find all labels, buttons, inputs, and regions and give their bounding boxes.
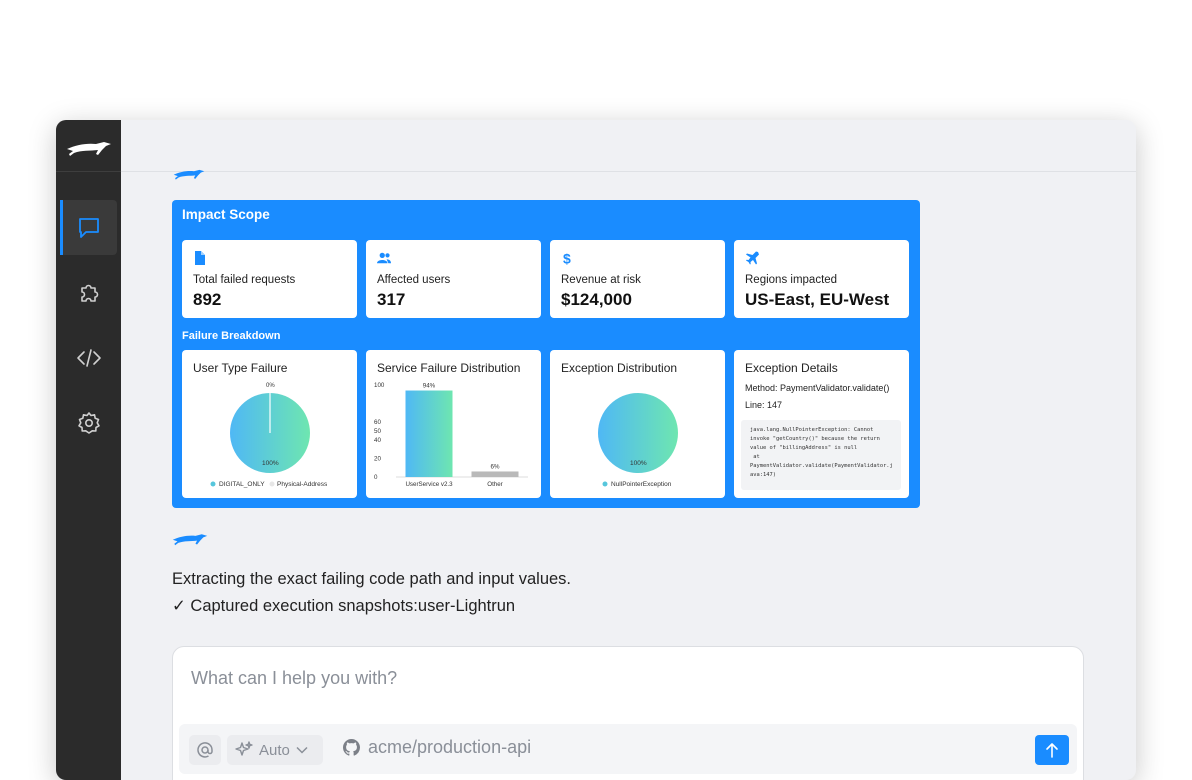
- github-icon: [343, 739, 360, 756]
- users-icon: [377, 252, 391, 264]
- stack-trace: java.lang.NullPointerException: Cannot i…: [741, 420, 901, 490]
- repository-name: acme/production-api: [368, 737, 532, 757]
- stat-value: 317: [377, 290, 406, 309]
- dollar-icon: $: [563, 251, 571, 265]
- x-tick-label: UserService v2.3: [405, 481, 453, 488]
- app-window: Impact Scope Total failed requests 892 A…: [56, 120, 1136, 780]
- legend-swatch-null-pointer: [602, 481, 608, 487]
- stat-value: 892: [193, 290, 222, 309]
- legend-label-physical-address: Physical-Address: [277, 481, 328, 488]
- pie-slice-label: 100%: [630, 460, 647, 467]
- chevron-down-icon: [296, 746, 308, 754]
- bar-data-label: 6%: [491, 463, 500, 470]
- stat-label: Affected users: [377, 274, 451, 286]
- service-failure-card: Service Failure Distribution 0 20 40 50 60 10…: [366, 350, 541, 498]
- puzzle-icon: [80, 284, 98, 302]
- header-divider: [121, 171, 1136, 172]
- repository-selector[interactable]: acme/production-api: [343, 737, 531, 758]
- exception-distribution-card: Exception Distribution 100% NullPointerE…: [550, 350, 725, 498]
- user-type-pie-chart: 0% 100% DIGITAL_ONLY Physical-Address: [210, 383, 328, 488]
- y-tick-label: 40: [374, 437, 381, 444]
- user-type-failure-card: User Type Failure 0% 100% DIGITAL_ONLY P…: [182, 350, 357, 498]
- service-failure-bar-chart: 0 20 40 50 60 100 94% UserService v2.3 6% Other: [374, 382, 528, 488]
- send-button[interactable]: [1035, 735, 1069, 765]
- assistant-logo-icon: [172, 534, 208, 546]
- legend-label-digital-only: DIGITAL_ONLY: [219, 481, 265, 488]
- y-tick-label: 50: [374, 428, 381, 435]
- pie-main-label: 100%: [262, 460, 279, 467]
- x-tick-label: Other: [487, 481, 502, 488]
- sidebar-item-settings[interactable]: [60, 395, 117, 450]
- sidebar-item-integrations[interactable]: [60, 265, 117, 320]
- chat-input-placeholder[interactable]: What can I help you with?: [191, 668, 397, 689]
- chat-icon: [78, 217, 99, 238]
- sidebar-item-chat[interactable]: [60, 200, 117, 255]
- stat-label: Revenue at risk: [561, 274, 641, 286]
- stat-label: Regions impacted: [745, 274, 838, 286]
- failure-breakdown-title: Failure Breakdown: [182, 330, 281, 342]
- svg-text:$: $: [563, 251, 571, 265]
- chat-input-box[interactable]: What can I help you with? Auto acme/prod…: [172, 646, 1084, 780]
- card-title: Exception Details: [745, 361, 838, 375]
- stat-value: US-East, EU-West: [745, 290, 890, 309]
- code-icon: [76, 348, 101, 367]
- file-icon: [195, 251, 205, 265]
- stat-card-revenue: $ Revenue at risk $124,000: [550, 240, 725, 318]
- impact-scope-panel: Impact Scope Total failed requests 892 A…: [172, 200, 920, 508]
- y-tick-label: 60: [374, 419, 381, 426]
- assistant-message-line-1: Extracting the exact failing code path a…: [172, 570, 572, 588]
- gear-icon: [77, 411, 100, 434]
- exception-details-card: Exception Details Method: PaymentValidat…: [734, 350, 909, 498]
- sidebar-divider: [56, 171, 121, 172]
- sidebar-item-code[interactable]: [60, 330, 117, 385]
- sparkle-icon: [235, 741, 253, 756]
- plane-icon: [746, 251, 759, 265]
- bar-1: [405, 390, 453, 477]
- legend-swatch-physical-address: [269, 481, 275, 487]
- y-tick-label: 20: [374, 456, 381, 463]
- legend-label-null-pointer: NullPointerException: [611, 481, 672, 488]
- impact-scope-title: Impact Scope: [182, 207, 270, 222]
- mode-selector[interactable]: Auto: [227, 735, 323, 765]
- mode-label: Auto: [259, 741, 290, 759]
- bar-2: [471, 471, 519, 477]
- stat-value: $124,000: [561, 290, 632, 309]
- stat-card-failed-requests: Total failed requests 892: [182, 240, 357, 318]
- sidebar: [56, 120, 121, 780]
- input-toolbar: Auto acme/production-api: [179, 724, 1077, 774]
- stat-label: Total failed requests: [193, 274, 296, 286]
- y-tick-label: 100: [374, 382, 385, 389]
- exception-method: Method: PaymentValidator.validate(): [745, 383, 890, 393]
- mention-button[interactable]: [189, 735, 221, 765]
- bar-data-label: 94%: [423, 383, 436, 390]
- arrow-up-icon: [1046, 743, 1058, 758]
- assistant-logo-icon: [173, 169, 205, 180]
- legend-swatch-digital-only: [210, 481, 216, 487]
- y-tick-label: 0: [374, 474, 378, 481]
- stat-card-regions: Regions impacted US-East, EU-West: [734, 240, 909, 318]
- lightrun-logo: [67, 142, 111, 156]
- exception-line: Line: 147: [745, 400, 783, 410]
- stat-card-affected-users: Affected users 317: [366, 240, 541, 318]
- at-icon: [197, 742, 213, 758]
- exception-pie-chart: 100% NullPointerException: [598, 393, 678, 488]
- assistant-message-line-2: ✓ Captured execution snapshots:user-Ligh…: [172, 597, 516, 615]
- pie-top-label: 0%: [266, 383, 275, 389]
- main-panel: Impact Scope Total failed requests 892 A…: [121, 120, 1136, 780]
